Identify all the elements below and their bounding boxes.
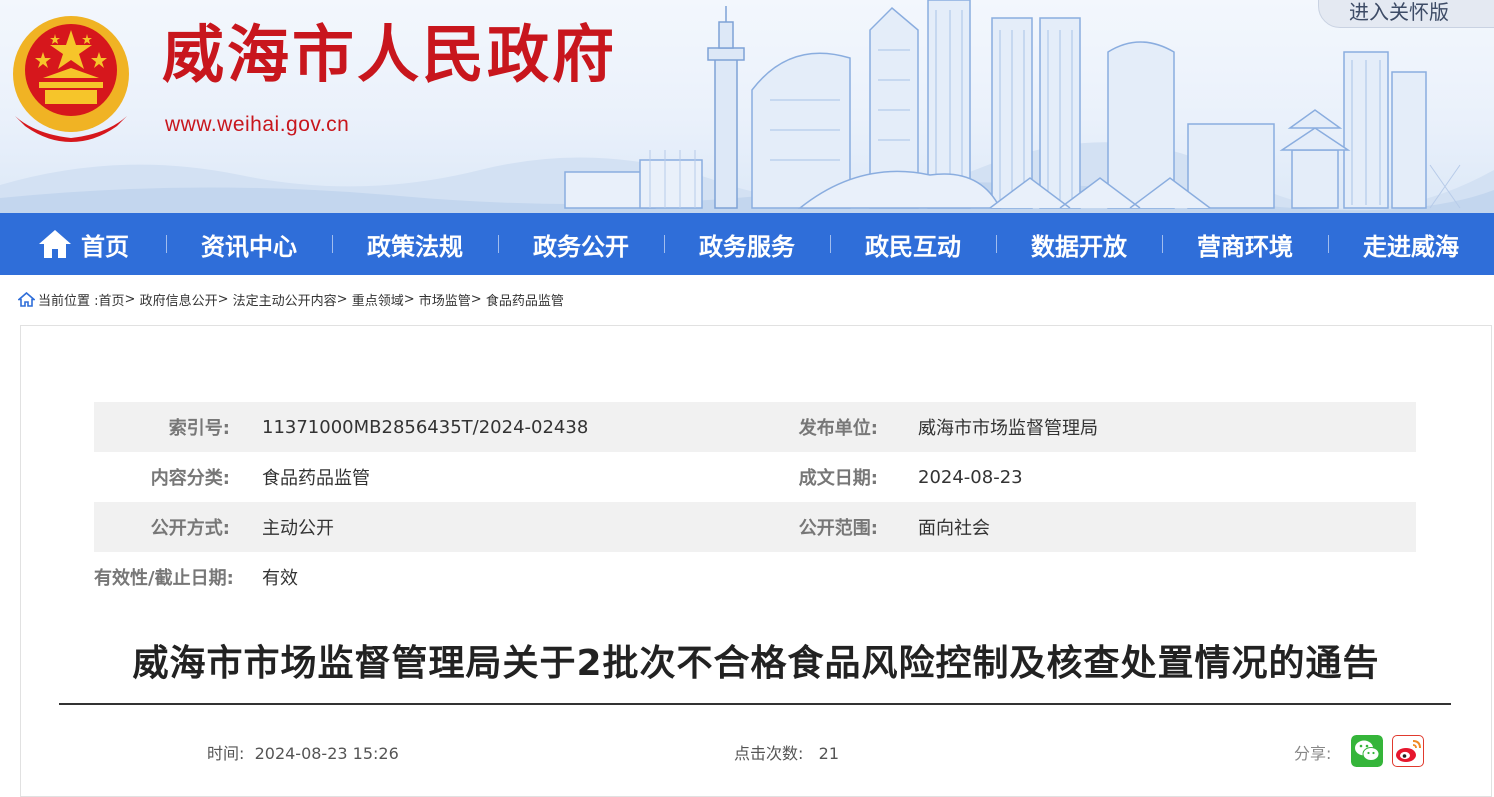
nav-item-label: 首页 xyxy=(81,232,129,261)
method-label: 公开方式: xyxy=(150,518,230,539)
category-value: 食品药品监管 xyxy=(262,468,370,489)
header-banner: 威海市人民政府 www.weihai.gov.cn 进入关怀版 xyxy=(0,0,1494,213)
breadcrumb-separator: > xyxy=(217,292,229,307)
publisher-value: 威海市市场监督管理局 xyxy=(918,418,1098,439)
validity-label: 有效性/截止日期: xyxy=(94,568,234,589)
breadcrumb-separator: > xyxy=(403,292,415,307)
home-icon xyxy=(39,230,71,258)
article-title: 威海市市场监督管理局关于2批次不合格食品风险控制及核查处置情况的通告 xyxy=(132,643,1380,684)
nav-item-label: 走进威海 xyxy=(1363,232,1459,261)
site-title[interactable]: 威海市人民政府 xyxy=(162,24,617,86)
method-value: 主动公开 xyxy=(262,518,334,539)
index-value: 11371000MB2856435T/2024-02438 xyxy=(262,416,589,438)
nav-item-news[interactable]: 资讯中心 xyxy=(166,213,332,275)
validity-value: 有效 xyxy=(262,568,298,589)
click-count: 点击次数: 21 xyxy=(734,740,839,764)
breadcrumb: 当前位置 : 首页 > 政府信息公开 > 法定主动公开内容 > 重点领域 > 市场监管 >… xyxy=(18,290,564,309)
nav-item-services[interactable]: 政务服务 xyxy=(664,213,830,275)
share-label: 分享: xyxy=(1294,744,1332,763)
date-label: 成文日期: xyxy=(798,468,878,489)
breadcrumb-item[interactable]: 法定主动公开内容 xyxy=(233,290,337,309)
nav-item-business[interactable]: 营商环境 xyxy=(1162,213,1328,275)
category-label: 内容分类: xyxy=(150,468,230,489)
nav-item-home[interactable]: 首页 xyxy=(0,213,166,275)
nav-item-label: 政民互动 xyxy=(865,232,961,261)
breadcrumb-item[interactable]: 政府信息公开 xyxy=(140,290,218,309)
nav-item-label: 政务服务 xyxy=(699,232,795,261)
nav-item-disclosure[interactable]: 政务公开 xyxy=(498,213,664,275)
weibo-icon[interactable] xyxy=(1392,735,1424,767)
clicks-label: 点击次数: xyxy=(734,744,804,763)
scope-value: 面向社会 xyxy=(918,518,990,539)
breadcrumb-prefix: 当前位置 : xyxy=(38,294,99,309)
nav-item-label: 资讯中心 xyxy=(201,232,297,261)
nav-item-interaction[interactable]: 政民互动 xyxy=(830,213,996,275)
breadcrumb-separator: > xyxy=(124,292,136,307)
nav-item-label: 营商环境 xyxy=(1197,232,1293,261)
metadata-row: 内容分类: 食品药品监管 成文日期: 2024-08-23 xyxy=(94,452,1416,502)
index-label: 索引号: xyxy=(168,418,230,439)
breadcrumb-separator: > xyxy=(336,292,348,307)
site-url: www.weihai.gov.cn xyxy=(165,113,350,136)
care-mode-button[interactable]: 进入关怀版 xyxy=(1318,0,1494,28)
breadcrumb-item[interactable]: 首页 xyxy=(99,290,125,309)
clicks-value: 21 xyxy=(818,744,840,763)
time-label: 时间: xyxy=(207,744,245,763)
main-nav: 首页 资讯中心 政策法规 政务公开 政务服务 政民互动 数据开放 营商环境 走进… xyxy=(0,213,1494,275)
nav-item-open-data[interactable]: 数据开放 xyxy=(996,213,1162,275)
breadcrumb-item[interactable]: 市场监管 xyxy=(419,290,471,309)
nav-item-policy[interactable]: 政策法规 xyxy=(332,213,498,275)
metadata-row: 公开方式: 主动公开 公开范围: 面向社会 xyxy=(94,502,1416,552)
scope-label: 公开范围: xyxy=(798,518,878,539)
article-container: 索引号: 11371000MB2856435T/2024-02438 发布单位:… xyxy=(20,325,1492,797)
metadata-row: 有效性/截止日期: 有效 xyxy=(94,552,1416,602)
title-divider xyxy=(59,703,1451,705)
wechat-icon[interactable] xyxy=(1351,735,1383,767)
publisher-label: 发布单位: xyxy=(798,418,878,439)
nav-item-label: 政务公开 xyxy=(533,232,629,261)
nav-item-about-weihai[interactable]: 走进威海 xyxy=(1328,213,1494,275)
metadata-row: 索引号: 11371000MB2856435T/2024-02438 发布单位:… xyxy=(94,402,1416,452)
publish-time: 时间: 2024-08-23 15:26 xyxy=(207,740,399,764)
nav-item-label: 数据开放 xyxy=(1031,232,1127,261)
nav-item-label: 政策法规 xyxy=(367,232,463,261)
national-emblem-icon xyxy=(13,16,129,142)
metadata-table: 索引号: 11371000MB2856435T/2024-02438 发布单位:… xyxy=(94,402,1416,602)
location-home-icon xyxy=(18,292,35,307)
breadcrumb-separator: > xyxy=(470,292,482,307)
time-value: 2024-08-23 15:26 xyxy=(254,744,399,763)
breadcrumb-item[interactable]: 食品药品监管 xyxy=(486,290,564,309)
breadcrumb-item[interactable]: 重点领域 xyxy=(352,290,404,309)
date-value: 2024-08-23 xyxy=(918,466,1023,488)
